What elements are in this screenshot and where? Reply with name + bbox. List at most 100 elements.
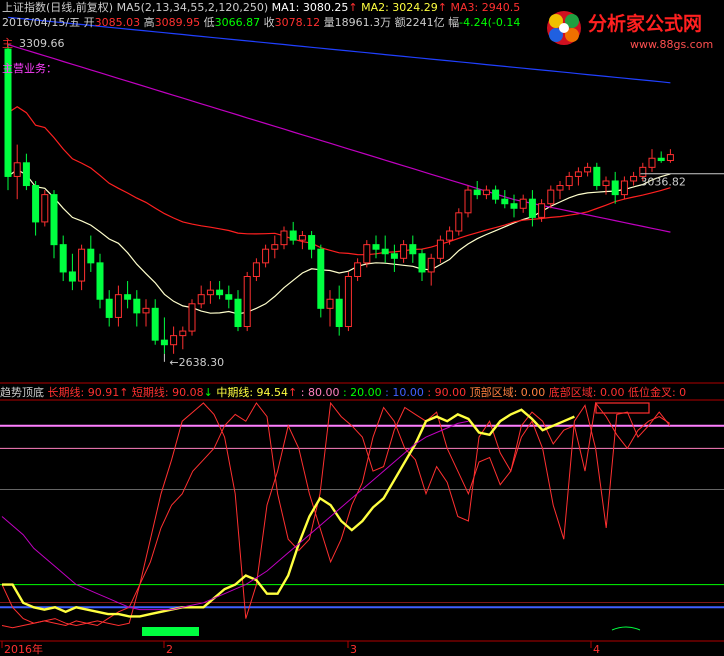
candle-body [464,189,472,214]
zone-arc [611,626,641,631]
candle-body [501,198,509,205]
candle-body [372,244,380,250]
x-axis-label: 4 [593,643,600,656]
indicator-items-5: 90.08 [172,386,204,399]
header-line1-2: MA1: 3080.25 [268,1,349,14]
candle-body [188,303,196,332]
header-line2-8: 3078.12 [274,16,321,29]
candle-body [197,294,205,305]
candle-body [418,253,426,273]
candle-body [648,157,656,168]
candle-body [243,275,251,328]
indicator-items-4: 短期线: [128,386,173,399]
header-line2-4: 3089.95 [154,16,201,29]
stock-chart-window: ←2638.30 3036.82 2016年 2 3 4 上证指数(日线,前复权) MA5… [0,0,724,656]
candle-body [317,248,325,309]
candle-body [87,248,95,264]
candle-body [538,203,546,218]
header-line2-5: 低 [200,16,215,29]
candle-body [160,339,168,346]
candle-body [630,175,638,182]
candle-body [492,189,500,200]
header-high-value: 3309.66 [19,37,65,50]
indicator-items-7: 中期线: [212,386,257,399]
candle-body [280,230,288,246]
indicator-items-13: : 90.00 [423,386,467,399]
candle-body [326,298,334,309]
indicator-line-中期线 [2,408,575,618]
candle-body [50,194,58,246]
candle-body [390,253,398,259]
indicator-items-10: : 80.00 [297,386,340,399]
candle-body [41,194,49,223]
candle-body [381,248,389,255]
brand-watermark: 分析家公式网 www.88gs.com [542,4,718,52]
candle-body [400,244,408,259]
candle-body [510,203,518,209]
header-line1-5: ↑ [437,1,447,14]
indicator-items-0: 趋势顶底 [0,386,44,399]
indicator-items-14: 顶部区域: 0.00 [466,386,546,399]
candle-body [206,289,214,296]
candle-body [427,257,435,273]
candle-body [252,262,260,277]
candle-body [308,235,316,250]
candle-body [436,239,444,259]
header-line2-2: 3085.03 [94,16,141,29]
header-line2-0: 2016/04/15/五 [2,16,81,29]
candle-body [611,180,619,196]
candle-body [556,185,564,191]
indicator-items-2: 90.91 [87,386,120,399]
candle-body [593,166,601,187]
indicator-header: 趋势顶底 长期线: 90.91↑ 短期线: 90.08↓ 中期线: 94.54↑… [0,387,686,399]
bottom-zone-bar [142,627,199,636]
candle-body [565,175,573,187]
candle-body [620,180,628,196]
candle-body [354,262,362,277]
candle-body [482,189,490,196]
candle-body [68,271,76,282]
candle-body [446,230,454,241]
header-line1-3: ↑ [348,1,358,14]
header-line2-9: 量 [320,16,335,29]
candle-body [547,189,555,205]
indicator-items-15: 底部区域: 0.00 [545,386,625,399]
header-line2-12: 2241亿 [405,16,445,29]
x-axis-label: 2 [166,643,173,656]
x-axis-label: 3 [350,643,357,656]
brand-logo-icon: 分析家公式网 www.88gs.com [547,11,713,51]
main-business-label: 主营业务： [2,62,57,75]
candle-body [344,275,352,328]
header-line1-0: 上证指数(日线,前复权) [2,1,114,14]
candle-body [22,162,30,187]
last-price-label: 3036.82 [640,176,686,189]
candle-body [262,248,270,264]
candle-body [151,307,159,341]
candle-body [124,294,132,300]
header-line2-6: 3066.87 [214,16,261,29]
candle-body [179,330,187,337]
indicator-items-6: ↓ [203,386,213,399]
indicator-items-12: : 10.00 [381,386,424,399]
indicator-items-11: : 20.00 [339,386,382,399]
header-line2-3: 高 [140,16,155,29]
candle-body [32,185,40,223]
candle-body [114,294,122,318]
indicator-line-趋势线 [1,420,469,611]
indicator-line-长期线 [1,401,671,629]
header-line2-14: -4.24(-0.14 [459,16,521,29]
candle-body [363,244,371,264]
candle-body [289,230,297,241]
brand-name: 分析家公式网 [588,12,702,35]
top-zone-box [595,402,650,414]
chart-canvas[interactable]: ←2638.30 3036.82 2016年 2 3 4 [0,0,724,656]
candle-body [473,189,481,196]
header-line-ma: 上证指数(日线,前复权) MA5(2,13,34,55,2,120,250) M… [2,2,520,14]
candle-body [78,248,86,282]
header-line2-11: 额 [391,16,406,29]
indicator-items-9: ↑ [288,386,298,399]
candle-body [234,298,242,328]
candle-body [584,166,592,173]
header-line2-7: 收 [260,16,275,29]
candle-body [271,244,279,250]
